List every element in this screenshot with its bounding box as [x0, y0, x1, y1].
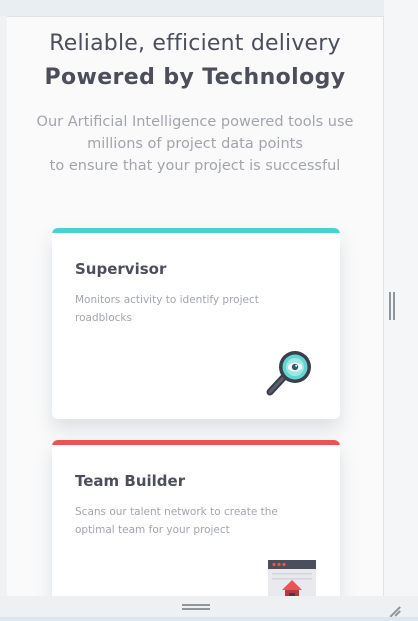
card-accent-bar	[52, 440, 340, 445]
vertical-resize-handle[interactable]	[389, 292, 395, 322]
card-title: Supervisor	[75, 260, 167, 278]
card-description: Monitors activity to identify project ro…	[75, 294, 259, 324]
heading-bold: Powered by Technology	[44, 65, 346, 90]
bottom-accent-strip	[0, 617, 418, 621]
preview-viewport[interactable]: Reliable, efficient delivery Powered by …	[7, 16, 384, 597]
card-accent-bar	[52, 228, 340, 233]
intro-text: Our Artificial Intelligence powered tool…	[21, 111, 369, 177]
intro-line: to ensure that your project is successfu…	[49, 158, 341, 174]
horizontal-resize-handle[interactable]	[182, 604, 210, 610]
left-edge	[0, 16, 7, 596]
magnifying-glass-icon	[265, 348, 317, 398]
card-team-builder: Team Builder Scans our talent network to…	[52, 440, 340, 597]
card-description: Scans our talent network to create the o…	[75, 506, 278, 536]
app-frame: Reliable, efficient delivery Powered by …	[0, 0, 418, 621]
heading-light: Reliable, efficient delivery	[49, 31, 341, 56]
card-supervisor: Supervisor Monitors activity to identify…	[52, 228, 340, 419]
intro-line: millions of project data points	[87, 136, 303, 152]
intro-line: Our Artificial Intelligence powered tool…	[36, 114, 354, 130]
card-title: Team Builder	[75, 472, 186, 490]
bottom-bar	[0, 596, 418, 621]
resize-corner-icon[interactable]	[386, 600, 401, 618]
team-builder-icon	[268, 560, 316, 597]
